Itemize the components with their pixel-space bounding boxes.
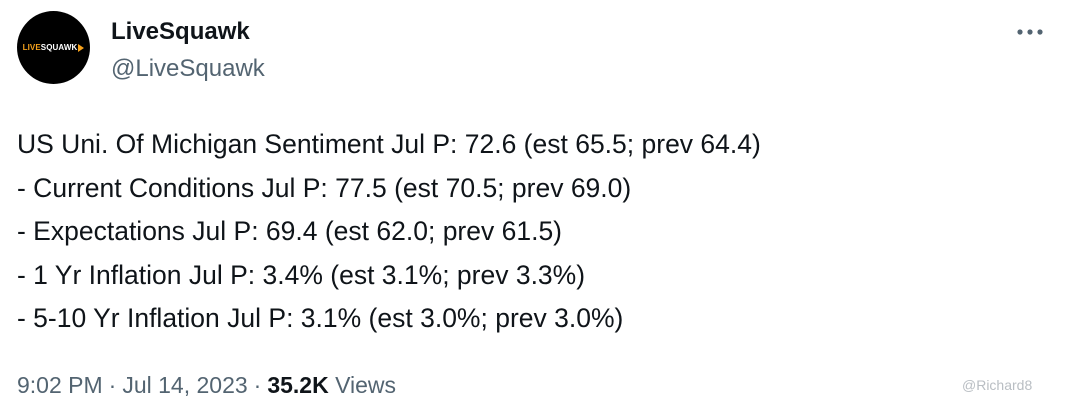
watermark-text: @Richard8 bbox=[962, 377, 1033, 393]
logo-text-squawk: SQUAWK bbox=[40, 43, 78, 52]
tweet-time[interactable]: 9:02 PM bbox=[17, 372, 103, 398]
tweet-line-1yr-inflation: - 1 Yr Inflation Jul P: 3.4% (est 3.1%; … bbox=[17, 259, 586, 290]
tweet-line-current-conditions: - Current Conditions Jul P: 77.5 (est 70… bbox=[17, 172, 632, 203]
tweet-date[interactable]: Jul 14, 2023 bbox=[122, 372, 247, 398]
livesquawk-logo: LIVE SQUAWK bbox=[23, 43, 85, 52]
tweet-text: US Uni. Of Michigan Sentiment Jul P: 72.… bbox=[17, 123, 1047, 341]
tweet-card: LIVE SQUAWK LiveSquawk @LiveSquawk US Uni… bbox=[0, 0, 1071, 414]
meta-separator: · bbox=[253, 372, 262, 398]
logo-text-live: LIVE bbox=[22, 43, 41, 52]
views-count: 35.2K bbox=[267, 372, 329, 398]
tweet-line-5-10yr-inflation: - 5-10 Yr Inflation Jul P: 3.1% (est 3.0… bbox=[17, 303, 624, 333]
more-options-button[interactable] bbox=[1012, 18, 1048, 46]
views-label: Views bbox=[335, 372, 397, 398]
author-handle[interactable]: @LiveSquawk bbox=[111, 55, 265, 83]
more-horizontal-icon bbox=[1017, 29, 1043, 35]
logo-arrow-icon bbox=[78, 43, 85, 52]
tweet-line-expectations: - Expectations Jul P: 69.4 (est 62.0; pr… bbox=[17, 216, 563, 246]
watermark: @Richard8 bbox=[962, 376, 1032, 394]
author-display-name[interactable]: LiveSquawk bbox=[111, 18, 250, 46]
tweet-meta: 9:02 PM · Jul 14, 2023 · 35.2K Views bbox=[17, 370, 396, 400]
meta-separator: · bbox=[108, 372, 117, 398]
avatar[interactable]: LIVE SQUAWK bbox=[17, 11, 90, 84]
tweet-line-headline: US Uni. Of Michigan Sentiment Jul P: 72.… bbox=[17, 129, 761, 159]
